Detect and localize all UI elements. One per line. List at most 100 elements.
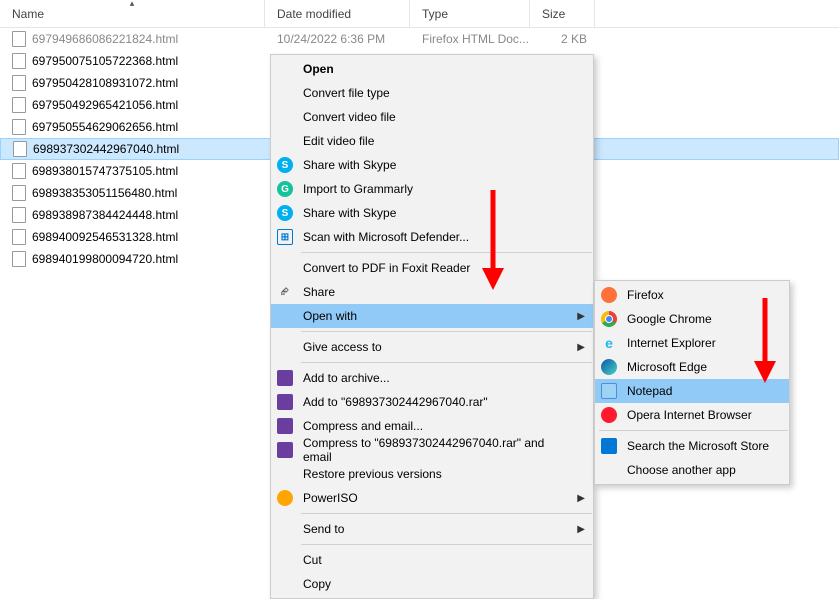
submenu-choose-another[interactable]: Choose another app xyxy=(595,458,789,482)
submenu-label: Opera Internet Browser xyxy=(623,408,752,422)
menu-label: Convert video file xyxy=(299,110,396,124)
blank-icon xyxy=(271,548,299,572)
menu-add-to-archive[interactable]: Add to archive... xyxy=(271,366,593,390)
menu-restore-previous[interactable]: Restore previous versions xyxy=(271,462,593,486)
menu-open[interactable]: Open xyxy=(271,57,593,81)
html-file-icon xyxy=(12,229,26,245)
column-header-date[interactable]: Date modified xyxy=(265,0,410,27)
menu-convert-file-type[interactable]: Convert file type xyxy=(271,81,593,105)
winrar-icon xyxy=(271,438,299,462)
menu-give-access-to[interactable]: Give access to ▶ xyxy=(271,335,593,359)
file-name-label: 698938015747375105.html xyxy=(32,164,178,178)
blank-icon xyxy=(271,517,299,541)
blank-icon xyxy=(271,129,299,153)
menu-separator xyxy=(301,331,592,332)
sort-caret-icon: ▴ xyxy=(130,0,135,9)
submenu-label: Internet Explorer xyxy=(623,336,716,350)
menu-poweriso[interactable]: PowerISO▶ xyxy=(271,486,593,510)
menu-edit-video-file[interactable]: Edit video file xyxy=(271,129,593,153)
file-name-cell: 697950428108931072.html xyxy=(0,72,265,94)
menu-label: Restore previous versions xyxy=(299,467,442,481)
menu-send-to[interactable]: Send to ▶ xyxy=(271,517,593,541)
msstore-icon xyxy=(595,434,623,458)
skype-icon: S xyxy=(271,153,299,177)
menu-import-grammarly[interactable]: GImport to Grammarly xyxy=(271,177,593,201)
file-date-cell: 10/24/2022 6:36 PM xyxy=(265,28,410,50)
menu-compress-email[interactable]: Compress and email... xyxy=(271,414,593,438)
blank-icon xyxy=(271,105,299,129)
column-name-label: Name xyxy=(12,7,44,21)
ie-icon: e xyxy=(595,331,623,355)
file-name-label: 697950492965421056.html xyxy=(32,98,178,112)
column-header-type[interactable]: Type xyxy=(410,0,530,27)
html-file-icon xyxy=(12,119,26,135)
column-size-label: Size xyxy=(542,7,565,21)
menu-label: Compress and email... xyxy=(299,419,423,433)
submenu-chrome[interactable]: Google Chrome xyxy=(595,307,789,331)
file-type-cell: Firefox HTML Doc... xyxy=(410,28,530,50)
poweriso-icon xyxy=(271,486,299,510)
file-name-label: 698940092546531328.html xyxy=(32,230,178,244)
submenu-label: Choose another app xyxy=(623,463,736,477)
file-row[interactable]: 697949686086221824.html10/24/2022 6:36 P… xyxy=(0,28,839,50)
submenu-opera[interactable]: Opera Internet Browser xyxy=(595,403,789,427)
column-date-label: Date modified xyxy=(277,7,351,21)
file-name-cell: 698938015747375105.html xyxy=(0,160,265,182)
menu-label: Scan with Microsoft Defender... xyxy=(299,230,469,244)
winrar-icon xyxy=(271,390,299,414)
menu-share-skype-1[interactable]: SShare with Skype xyxy=(271,153,593,177)
notepad-icon xyxy=(595,379,623,403)
menu-copy[interactable]: Copy xyxy=(271,572,593,596)
context-menu: Open Convert file type Convert video fil… xyxy=(270,54,594,599)
menu-add-to-rar[interactable]: Add to "698937302442967040.rar" xyxy=(271,390,593,414)
column-header-size[interactable]: Size xyxy=(530,0,595,27)
column-header-name[interactable]: Name ▴ xyxy=(0,0,265,27)
menu-cut[interactable]: Cut xyxy=(271,548,593,572)
menu-convert-pdf-foxit[interactable]: Convert to PDF in Foxit Reader xyxy=(271,256,593,280)
html-file-icon xyxy=(12,163,26,179)
submenu-label: Firefox xyxy=(623,288,664,302)
menu-label: Share xyxy=(299,285,335,299)
html-file-icon xyxy=(12,31,26,47)
open-with-submenu: Firefox Google Chrome eInternet Explorer… xyxy=(594,280,790,485)
menu-label: Send to xyxy=(299,522,344,536)
menu-separator xyxy=(599,430,788,431)
file-name-cell: 698940092546531328.html xyxy=(0,226,265,248)
menu-scan-defender[interactable]: ⊞Scan with Microsoft Defender... xyxy=(271,225,593,249)
blank-icon xyxy=(271,256,299,280)
file-size-cell: 2 KB xyxy=(530,28,595,50)
menu-convert-video-file[interactable]: Convert video file xyxy=(271,105,593,129)
opera-icon xyxy=(595,403,623,427)
file-name-cell: 697950554629062656.html xyxy=(0,116,265,138)
menu-label: Add to "698937302442967040.rar" xyxy=(299,395,488,409)
menu-label: Cut xyxy=(299,553,322,567)
html-file-icon xyxy=(12,251,26,267)
submenu-search-store[interactable]: Search the Microsoft Store xyxy=(595,434,789,458)
menu-separator xyxy=(301,252,592,253)
blank-icon xyxy=(271,57,299,81)
menu-share-skype-2[interactable]: SShare with Skype xyxy=(271,201,593,225)
html-file-icon xyxy=(12,97,26,113)
submenu-ie[interactable]: eInternet Explorer xyxy=(595,331,789,355)
share-icon: ⮳ xyxy=(271,280,299,304)
menu-compress-rar-email[interactable]: Compress to "698937302442967040.rar" and… xyxy=(271,438,593,462)
html-file-icon xyxy=(13,141,27,157)
menu-separator xyxy=(301,513,592,514)
blank-icon xyxy=(271,462,299,486)
file-name-label: 698937302442967040.html xyxy=(33,142,179,156)
menu-label: Compress to "698937302442967040.rar" and… xyxy=(299,436,575,464)
menu-separator xyxy=(301,362,592,363)
menu-share[interactable]: ⮳Share xyxy=(271,280,593,304)
submenu-arrow-icon: ▶ xyxy=(577,342,585,353)
submenu-firefox[interactable]: Firefox xyxy=(595,283,789,307)
file-name-cell: 697950492965421056.html xyxy=(0,94,265,116)
blank-icon xyxy=(271,335,299,359)
menu-open-with[interactable]: Open with▶ xyxy=(271,304,593,328)
menu-label: Give access to xyxy=(299,340,382,354)
submenu-arrow-icon: ▶ xyxy=(577,524,585,535)
submenu-notepad[interactable]: Notepad xyxy=(595,379,789,403)
file-name-label: 698938987384424448.html xyxy=(32,208,178,222)
submenu-label: Search the Microsoft Store xyxy=(623,439,769,453)
menu-label: Open with xyxy=(299,309,357,323)
submenu-edge[interactable]: Microsoft Edge xyxy=(595,355,789,379)
